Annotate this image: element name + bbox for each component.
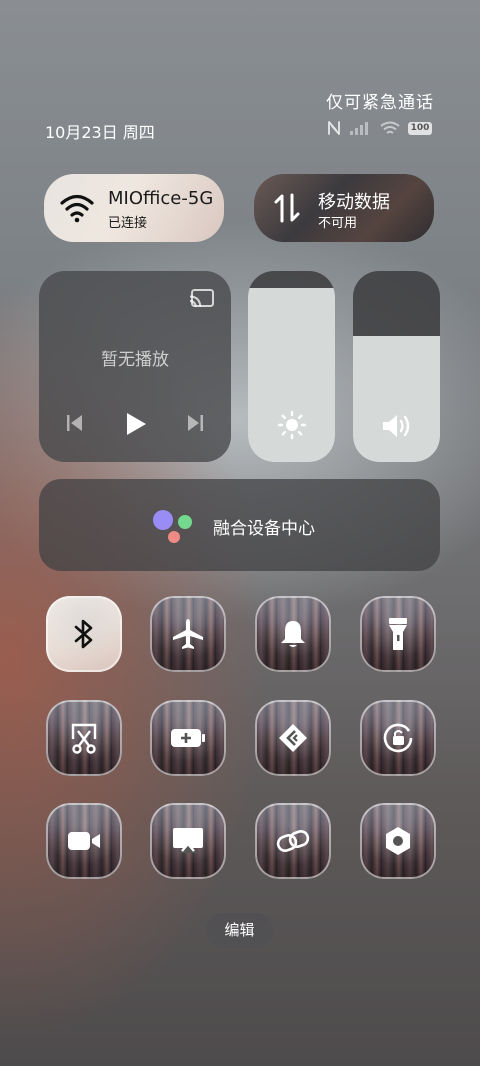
data-transfer-icon <box>274 193 300 223</box>
brightness-slider[interactable] <box>248 271 335 462</box>
rotation-lock-toggle[interactable] <box>360 700 436 776</box>
wifi-status: 已连接 <box>108 216 148 231</box>
mobile-data-toggle[interactable]: 移动数据 不可用 <box>254 174 434 242</box>
media-player-card[interactable]: 暂无播放 <box>39 271 231 462</box>
wifi-icon <box>380 121 400 134</box>
flashlight-icon <box>389 618 407 650</box>
device-center-card[interactable]: 融合设备中心 <box>39 479 440 571</box>
device-center-logo-dot-purple <box>153 510 173 530</box>
bluetooth-icon <box>74 619 93 649</box>
next-track-icon[interactable] <box>186 414 204 432</box>
volume-icon <box>382 415 409 437</box>
device-center-label: 融合设备中心 <box>213 519 315 539</box>
emergency-calls-only-text: 仅可紧急通话 <box>326 93 434 113</box>
link-icon <box>276 830 310 852</box>
screenshot-toggle[interactable] <box>46 700 122 776</box>
cast-toggle[interactable] <box>150 803 226 879</box>
bell-icon <box>281 621 305 647</box>
wifi-icon <box>60 194 94 223</box>
edit-button[interactable]: 编辑 <box>206 913 273 948</box>
wifi-toggle[interactable]: MIOffice-5G 已连接 <box>44 174 224 242</box>
rotation-lock-icon <box>383 723 413 753</box>
device-center-logo-dot-green <box>178 515 192 529</box>
share-diamond-icon <box>279 724 307 752</box>
settings-toggle[interactable] <box>360 803 436 879</box>
settings-hex-icon <box>386 827 410 855</box>
hotspot-link-toggle[interactable] <box>255 803 331 879</box>
cast-icon[interactable] <box>189 288 215 310</box>
device-center-logo-dot-red <box>168 531 180 543</box>
date-text: 10月23日 周四 <box>45 123 155 142</box>
cast-screen-icon <box>173 828 203 854</box>
airplane-mode-toggle[interactable] <box>150 596 226 672</box>
flashlight-toggle[interactable] <box>360 596 436 672</box>
battery-icon: 100 <box>408 121 432 135</box>
nfc-icon <box>328 121 340 135</box>
mobile-data-status: 不可用 <box>318 216 358 231</box>
previous-track-icon[interactable] <box>66 414 84 432</box>
signal-icon <box>350 122 368 135</box>
volume-fill <box>353 335 440 462</box>
scissors-icon <box>71 723 97 754</box>
screen-record-toggle[interactable] <box>46 803 122 879</box>
bluetooth-toggle[interactable] <box>46 596 122 672</box>
status-icons: 100 <box>326 120 432 136</box>
mobile-data-title: 移动数据 <box>318 192 390 213</box>
brightness-icon <box>277 410 306 440</box>
airplane-icon <box>173 619 203 649</box>
no-media-playing-text: 暂无播放 <box>101 350 169 370</box>
battery-plus-icon <box>171 729 205 747</box>
battery-saver-toggle[interactable] <box>150 700 226 776</box>
nearby-share-toggle[interactable] <box>255 700 331 776</box>
play-icon[interactable] <box>125 412 147 436</box>
volume-slider[interactable] <box>353 271 440 462</box>
video-camera-icon <box>68 832 100 850</box>
silent-mode-toggle[interactable] <box>255 596 331 672</box>
wifi-network-name: MIOffice-5G <box>108 188 214 209</box>
